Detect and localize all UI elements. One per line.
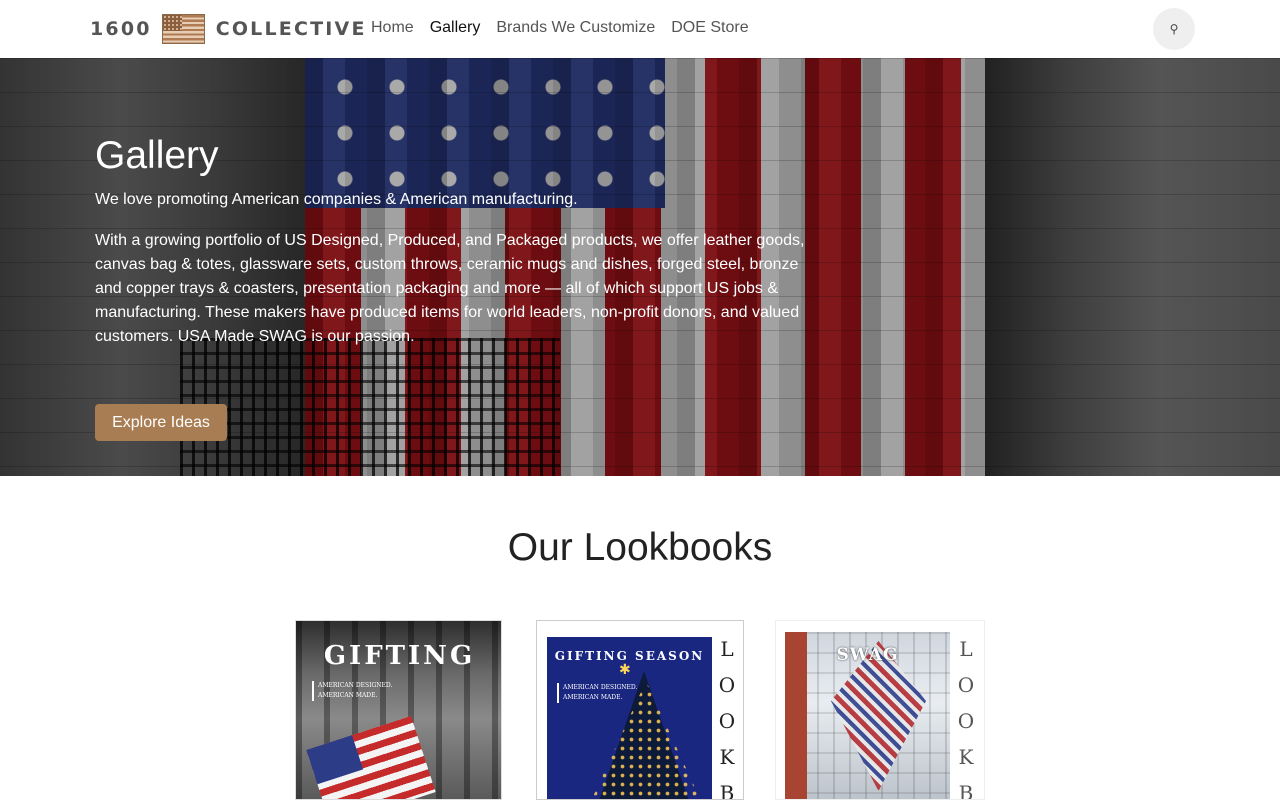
logo-text-left: 1600 <box>90 18 152 40</box>
site-logo[interactable]: 1600 COLLECTIVE <box>90 13 367 45</box>
lookbook-cover-title: GIFTING <box>323 641 476 671</box>
lookbooks-heading: Our Lookbooks <box>507 526 773 569</box>
hero-subtitle: We love promoting American companies & A… <box>95 191 578 208</box>
nav-gallery[interactable]: Gallery <box>430 18 481 38</box>
lookbook-side-label: L O O K B <box>718 637 736 800</box>
logo-text-right: COLLECTIVE <box>215 18 367 40</box>
lookbook-tagline: AMERICAN DESIGNED. AMERICAN MADE. <box>312 681 392 701</box>
hero-description: With a growing portfolio of US Designed,… <box>95 232 805 345</box>
main-nav: Home Gallery Brands We Customize DOE Sto… <box>371 18 765 38</box>
lookbook-cover-title: SWAG <box>836 645 899 665</box>
lookbook-side-label: L O O K B <box>957 637 975 800</box>
nav-doe-store[interactable]: DOE Store <box>671 18 748 38</box>
lookbook-cover-title: GIFTING SEASON <box>554 649 705 663</box>
page-title: Gallery <box>95 134 219 177</box>
lookbook-card-swag[interactable]: SWAG L O O K B <box>775 620 985 800</box>
nav-brands-we-customize[interactable]: Brands We Customize <box>496 18 655 38</box>
search-button[interactable]: ⚲ <box>1153 8 1195 50</box>
nav-home[interactable]: Home <box>371 18 414 38</box>
search-icon: ⚲ <box>1169 22 1179 36</box>
lookbook-card-gifting[interactable]: GIFTING AMERICAN DESIGNED. AMERICAN MADE… <box>295 620 502 800</box>
lookbook-card-gifting-season[interactable]: ✱ GIFTING SEASON AMERICAN DESIGNED. AMER… <box>536 620 744 800</box>
hero-banner: Gallery We love promoting American compa… <box>0 58 1280 476</box>
explore-ideas-button[interactable]: Explore Ideas <box>95 404 227 441</box>
star-icon: ✱ <box>619 661 631 677</box>
flag-logo-icon <box>161 14 205 44</box>
lookbook-tagline: AMERICAN DESIGNED. AMERICAN MADE. <box>557 683 637 703</box>
site-header: 1600 COLLECTIVE Home Gallery Brands We C… <box>0 0 1280 58</box>
